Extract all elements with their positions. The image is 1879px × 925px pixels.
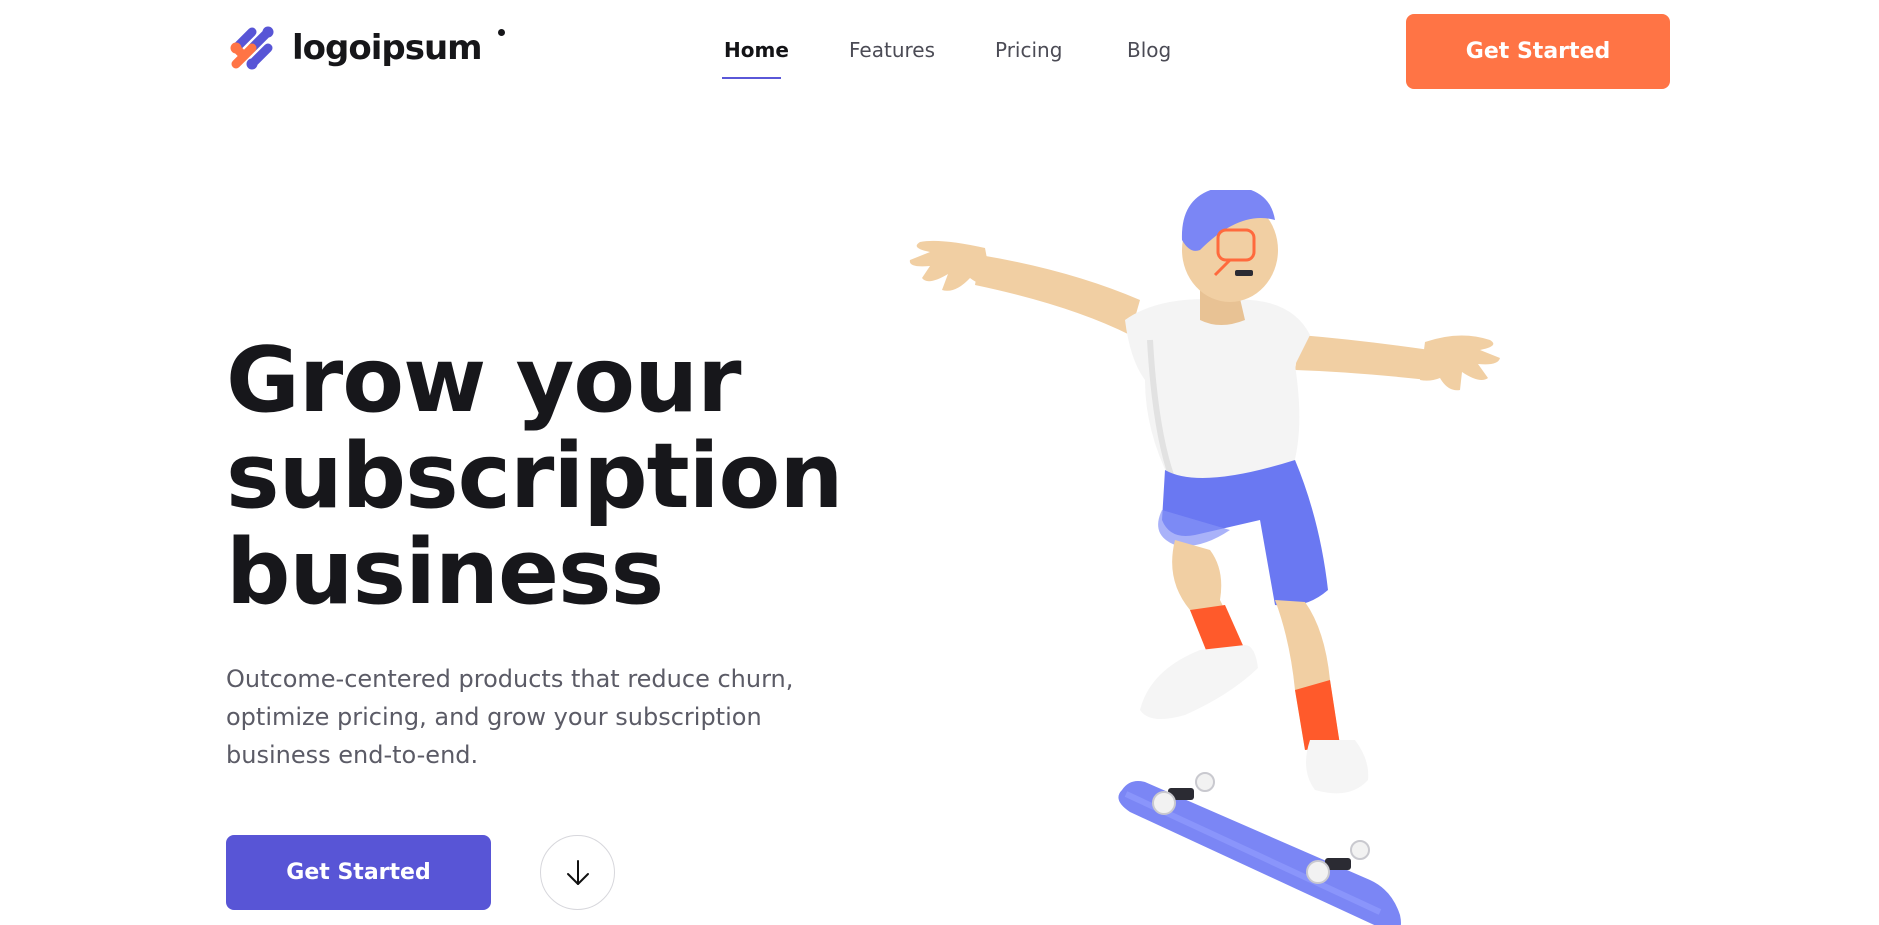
nav-pricing[interactable]: Pricing bbox=[995, 38, 1062, 62]
hero-subtitle: Outcome-centered products that reduce ch… bbox=[226, 660, 826, 774]
logo-text: logoipsum bbox=[292, 28, 483, 68]
hero-title: Grow your subscription business bbox=[226, 333, 906, 621]
header-get-started-button[interactable]: Get Started bbox=[1406, 14, 1670, 89]
nav-features[interactable]: Features bbox=[849, 38, 935, 62]
right-arm bbox=[1295, 335, 1500, 391]
hero-subtitle-line: business end-to-end. bbox=[226, 741, 479, 769]
left-shoe bbox=[1140, 645, 1258, 719]
logo[interactable]: logoipsum bbox=[226, 22, 505, 74]
skateboarder-illustration bbox=[909, 190, 1500, 925]
hero-title-line: subscription bbox=[226, 424, 843, 529]
nav-home[interactable]: Home bbox=[724, 38, 789, 62]
left-arm bbox=[909, 240, 1140, 335]
nav-active-indicator bbox=[722, 77, 781, 79]
hero-title-line: Grow your bbox=[226, 328, 742, 433]
nav-blog[interactable]: Blog bbox=[1127, 38, 1171, 62]
right-shoe bbox=[1306, 740, 1369, 794]
hero-subtitle-line: Outcome-centered products that reduce ch… bbox=[226, 665, 794, 693]
hero-subtitle-line: optimize pricing, and grow your subscrip… bbox=[226, 703, 762, 731]
logo-mark-icon bbox=[230, 26, 274, 70]
arrow-down-icon bbox=[566, 859, 589, 885]
head bbox=[1181, 190, 1278, 302]
skateboard bbox=[1118, 772, 1401, 925]
logo-dot bbox=[497, 28, 505, 36]
landing-page: logoipsum Home Features Pricing Blog Get… bbox=[0, 0, 1879, 925]
hero-title-line: business bbox=[226, 520, 664, 625]
hero-get-started-button[interactable]: Get Started bbox=[226, 835, 491, 910]
scroll-down-button[interactable] bbox=[540, 835, 615, 910]
